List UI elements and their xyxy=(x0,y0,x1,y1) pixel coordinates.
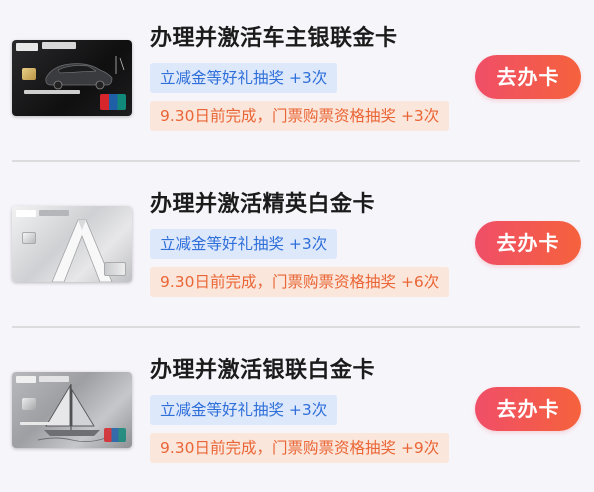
unionpay-logo xyxy=(104,428,126,442)
apply-card-button[interactable]: 去办卡 xyxy=(475,55,581,99)
card-text-mark xyxy=(20,422,50,425)
unionpay-logo xyxy=(100,94,126,110)
card-offer-list: 办理并激活车主银联金卡 立减金等好礼抽奖 +3次 9.30日前完成，门票购票资格… xyxy=(0,0,594,486)
card-chip xyxy=(22,68,36,80)
apply-card-button[interactable]: 去办卡 xyxy=(475,221,581,265)
lottery-bonus-tag: 立减金等好礼抽奖 +3次 xyxy=(150,395,338,425)
unionpay-logo xyxy=(104,262,126,276)
elite-platinum-card-image xyxy=(12,206,132,282)
offer-title: 办理并激活车主银联金卡 xyxy=(150,26,398,51)
ticket-lottery-tag: 9.30日前完成，门票购票资格抽奖 +6次 xyxy=(150,267,450,297)
card-number-mark xyxy=(24,90,80,94)
offer-item-elite-platinum-card: 办理并激活精英白金卡 立减金等好礼抽奖 +3次 9.30日前完成，门票购票资格抽… xyxy=(0,166,594,326)
ticket-lottery-tag: 9.30日前完成，门票购票资格抽奖 +3次 xyxy=(150,101,450,131)
card-chip xyxy=(22,232,36,244)
offer-title: 办理并激活精英白金卡 xyxy=(150,192,376,217)
divider xyxy=(12,326,580,328)
offer-item-car-owner-gold-card: 办理并激活车主银联金卡 立减金等好礼抽奖 +3次 9.30日前完成，门票购票资格… xyxy=(0,0,594,160)
unionpay-platinum-card-image xyxy=(12,372,132,448)
card-chip xyxy=(22,398,36,410)
lottery-bonus-tag: 立减金等好礼抽奖 +3次 xyxy=(150,229,338,259)
car-owner-gold-card-image xyxy=(12,40,132,116)
offer-title: 办理并激活银联白金卡 xyxy=(150,358,376,383)
divider xyxy=(12,160,580,162)
offer-item-unionpay-platinum-card: 办理并激活银联白金卡 立减金等好礼抽奖 +3次 9.30日前完成，门票购票资格抽… xyxy=(0,332,594,492)
ticket-lottery-tag: 9.30日前完成，门票购票资格抽奖 +9次 xyxy=(150,433,450,463)
lottery-bonus-tag: 立减金等好礼抽奖 +3次 xyxy=(150,63,338,93)
apply-card-button[interactable]: 去办卡 xyxy=(475,387,581,431)
